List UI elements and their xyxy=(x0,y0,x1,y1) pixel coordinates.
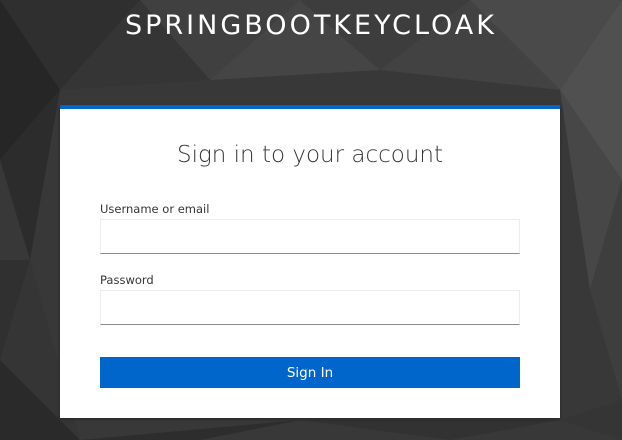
password-input[interactable] xyxy=(100,290,520,325)
realm-title: SPRINGBOOTKEYCLOAK xyxy=(125,10,497,41)
login-heading: Sign in to your account xyxy=(176,142,444,168)
sign-in-button[interactable]: Sign In xyxy=(100,357,520,388)
username-input[interactable] xyxy=(100,219,520,254)
username-label: Username or email xyxy=(100,202,210,216)
password-label: Password xyxy=(100,273,154,287)
login-card: Sign in to your account Username or emai… xyxy=(60,105,560,418)
